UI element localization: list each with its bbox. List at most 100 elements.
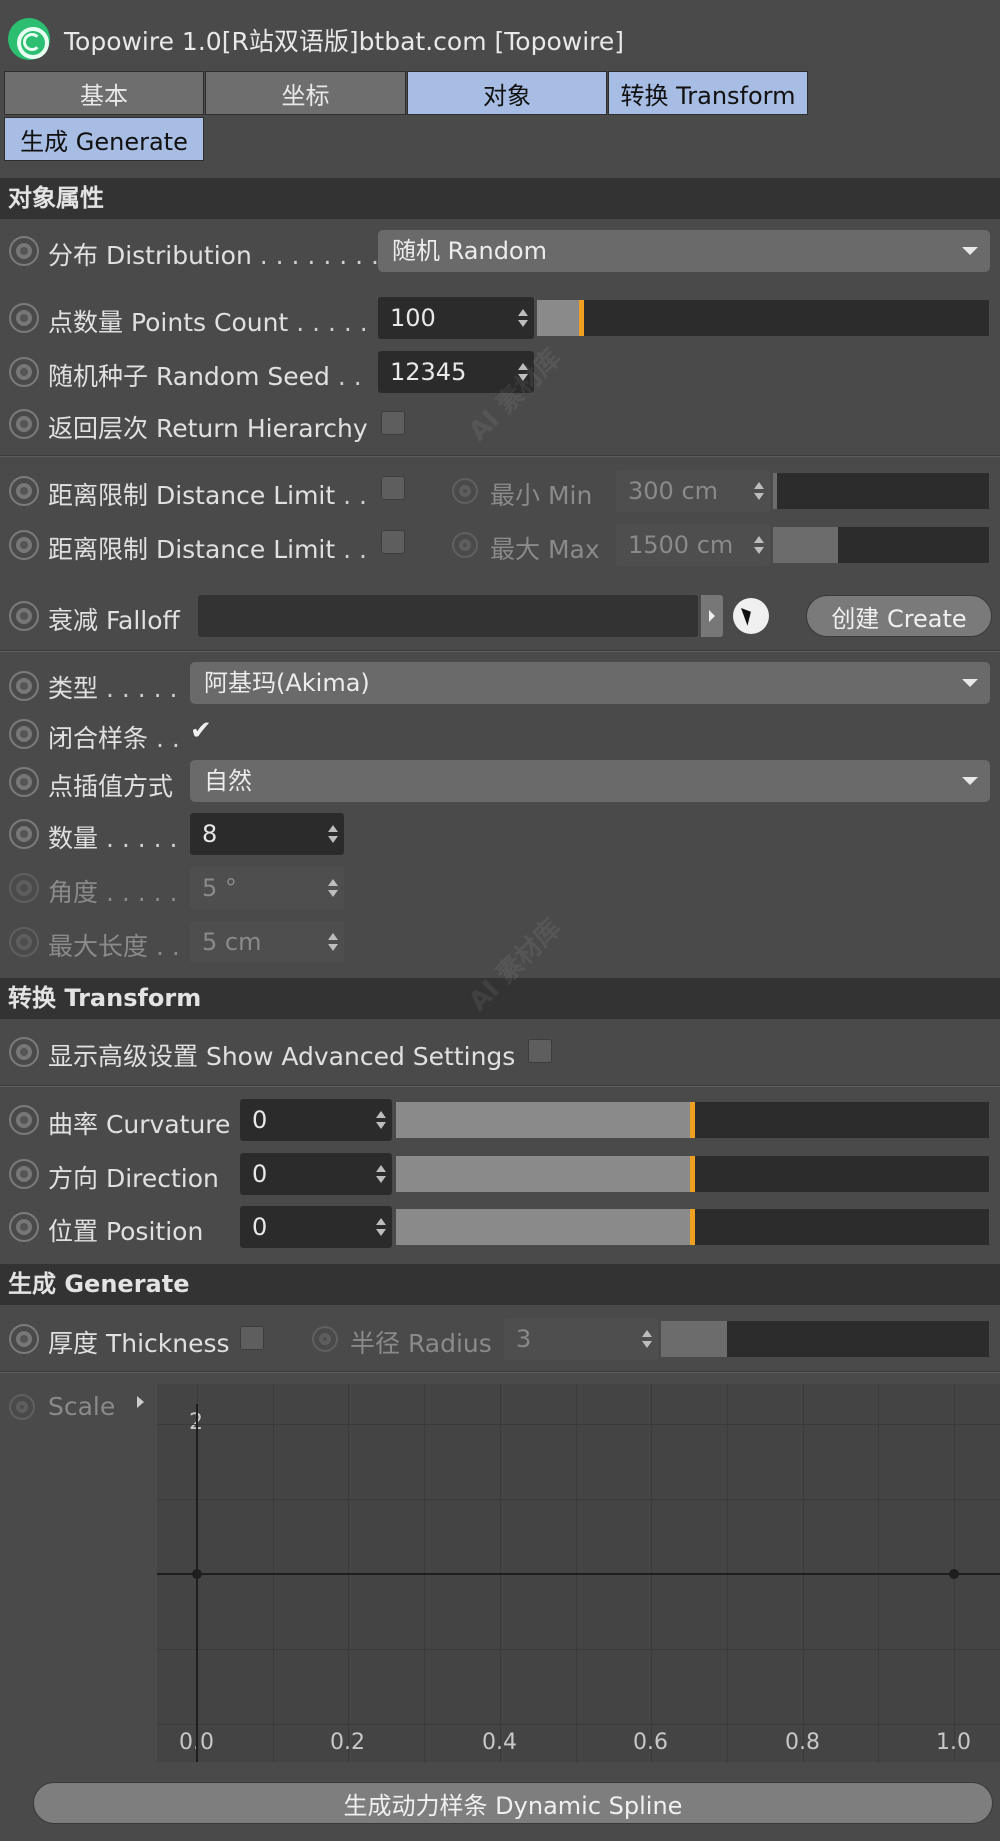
falloff-create-button[interactable]: 创建 Create: [806, 595, 992, 637]
expand-arrow-icon[interactable]: [137, 1396, 144, 1408]
points-count-slider[interactable]: [537, 300, 989, 336]
random-seed-animate-radio[interactable]: [9, 357, 39, 387]
angle-label-text: 角度: [48, 878, 99, 907]
distribution-animate-radio[interactable]: [9, 236, 39, 266]
divider: [0, 1085, 1000, 1087]
curvature-slider[interactable]: [396, 1102, 989, 1138]
direction-value: 0: [252, 1160, 268, 1188]
min-animate-radio[interactable]: [452, 478, 478, 504]
points-count-input[interactable]: 100: [378, 297, 534, 339]
spinner-arrows-icon[interactable]: [754, 482, 764, 500]
max-animate-radio[interactable]: [452, 532, 478, 558]
distance-min-slider[interactable]: [773, 473, 989, 509]
close-spline-checkbox[interactable]: ✔: [190, 717, 218, 745]
distance-limit-min-label: 距离限制 Distance Limit . .: [48, 476, 367, 512]
curvature-label: 曲率 Curvature: [48, 1110, 231, 1139]
angle-animate-radio[interactable]: [9, 873, 39, 903]
tab-basic[interactable]: 基本: [4, 71, 204, 115]
graph-gridline: [157, 1424, 1000, 1425]
direction-slider-handle[interactable]: [690, 1156, 695, 1192]
spinner-arrows-icon[interactable]: [376, 1111, 386, 1129]
points-count-animate-radio[interactable]: [9, 303, 39, 333]
scale-spline-graph[interactable]: 2 0.00.20.40.60.81.0: [157, 1384, 1000, 1762]
thickness-animate-radio[interactable]: [9, 1324, 39, 1354]
curvature-slider-handle[interactable]: [690, 1102, 695, 1138]
curvature-slider-fill: [396, 1102, 693, 1138]
radius-slider[interactable]: [661, 1321, 989, 1357]
max-length-animate-radio[interactable]: [9, 927, 39, 957]
distance-limit-min-animate-radio[interactable]: [9, 476, 39, 506]
tab-generate[interactable]: 生成 Generate: [4, 117, 204, 161]
spinner-arrows-icon[interactable]: [328, 933, 338, 951]
points-count-dots: . . . . .: [296, 308, 368, 337]
position-slider-handle[interactable]: [690, 1209, 695, 1245]
tab-coordinates[interactable]: 坐标: [205, 71, 406, 115]
direction-slider[interactable]: [396, 1156, 989, 1192]
graph-control-point[interactable]: [949, 1569, 959, 1579]
dynamic-spline-button[interactable]: 生成动力样条 Dynamic Spline: [33, 1782, 993, 1824]
type-animate-radio[interactable]: [9, 671, 39, 701]
close-spline-label-text: 闭合样条: [48, 724, 149, 753]
close-spline-animate-radio[interactable]: [9, 719, 39, 749]
return-hierarchy-checkbox[interactable]: [381, 411, 405, 435]
distribution-value: 随机 Random: [392, 237, 547, 265]
play-arrow-icon[interactable]: [701, 595, 723, 637]
graph-spline-curve[interactable]: [157, 1573, 1000, 1575]
distance-min-slider-fill: [773, 473, 777, 509]
falloff-animate-radio[interactable]: [9, 601, 39, 631]
distance-max-input[interactable]: 1500 cm: [616, 524, 770, 566]
radius-input[interactable]: 3: [504, 1318, 658, 1360]
points-count-slider-handle[interactable]: [579, 300, 584, 336]
tab-transform[interactable]: 转换 Transform: [608, 71, 808, 115]
direction-animate-radio[interactable]: [9, 1159, 39, 1189]
spinner-arrows-icon[interactable]: [642, 1330, 652, 1348]
show-advanced-animate-radio[interactable]: [9, 1037, 39, 1067]
spinner-arrows-icon[interactable]: [328, 825, 338, 843]
spinner-arrows-icon[interactable]: [376, 1218, 386, 1236]
position-slider[interactable]: [396, 1209, 989, 1245]
show-advanced-label: 显示高级设置 Show Advanced Settings: [48, 1042, 516, 1071]
distance-limit-max-label: 距离限制 Distance Limit . .: [48, 530, 367, 566]
radius-animate-radio[interactable]: [312, 1326, 338, 1352]
radius-value: 3: [516, 1325, 532, 1353]
max-length-input[interactable]: 5 cm: [190, 921, 344, 963]
interpolation-value: 自然: [204, 767, 252, 795]
count-animate-radio[interactable]: [9, 819, 39, 849]
spinner-arrows-icon[interactable]: [518, 309, 528, 327]
tab-object[interactable]: 对象: [407, 71, 607, 115]
thickness-checkbox[interactable]: [240, 1326, 264, 1350]
count-input[interactable]: 8: [190, 813, 344, 855]
distance-min-input[interactable]: 300 cm: [616, 470, 770, 512]
curvature-animate-radio[interactable]: [9, 1105, 39, 1135]
return-hierarchy-animate-radio[interactable]: [9, 409, 39, 439]
curvature-input[interactable]: 0: [240, 1099, 392, 1141]
distance-limit-max-checkbox[interactable]: [381, 530, 405, 554]
position-input[interactable]: 0: [240, 1206, 392, 1248]
window-title: Topowire 1.0[R站双语版]btbat.com [Topowire]: [64, 27, 625, 56]
interpolation-animate-radio[interactable]: [9, 767, 39, 797]
position-animate-radio[interactable]: [9, 1212, 39, 1242]
distribution-dropdown[interactable]: 随机 Random: [378, 230, 990, 272]
type-value: 阿基玛(Akima): [204, 669, 370, 697]
interpolation-dropdown[interactable]: 自然: [190, 760, 990, 802]
distance-limit-max-animate-radio[interactable]: [9, 530, 39, 560]
position-slider-fill: [396, 1209, 693, 1245]
graph-control-point[interactable]: [192, 1569, 202, 1579]
falloff-link-field[interactable]: [198, 595, 698, 637]
graph-x-tick: 0.8: [785, 1730, 820, 1755]
distance-max-slider[interactable]: [773, 527, 989, 563]
angle-input[interactable]: 5 °: [190, 867, 344, 909]
type-dropdown[interactable]: 阿基玛(Akima): [190, 662, 990, 704]
distance-limit-min-checkbox[interactable]: [381, 476, 405, 500]
direction-input[interactable]: 0: [240, 1153, 392, 1195]
pick-cursor-icon[interactable]: [733, 598, 769, 634]
chevron-down-icon: [962, 247, 978, 255]
divider: [0, 455, 1000, 457]
show-advanced-checkbox[interactable]: [528, 1039, 552, 1063]
scale-animate-radio[interactable]: [9, 1394, 35, 1420]
close-spline-label: 闭合样条 . .: [48, 719, 180, 755]
distance-min-value: 300 cm: [628, 477, 719, 505]
spinner-arrows-icon[interactable]: [754, 536, 764, 554]
spinner-arrows-icon[interactable]: [376, 1165, 386, 1183]
spinner-arrows-icon[interactable]: [328, 879, 338, 897]
